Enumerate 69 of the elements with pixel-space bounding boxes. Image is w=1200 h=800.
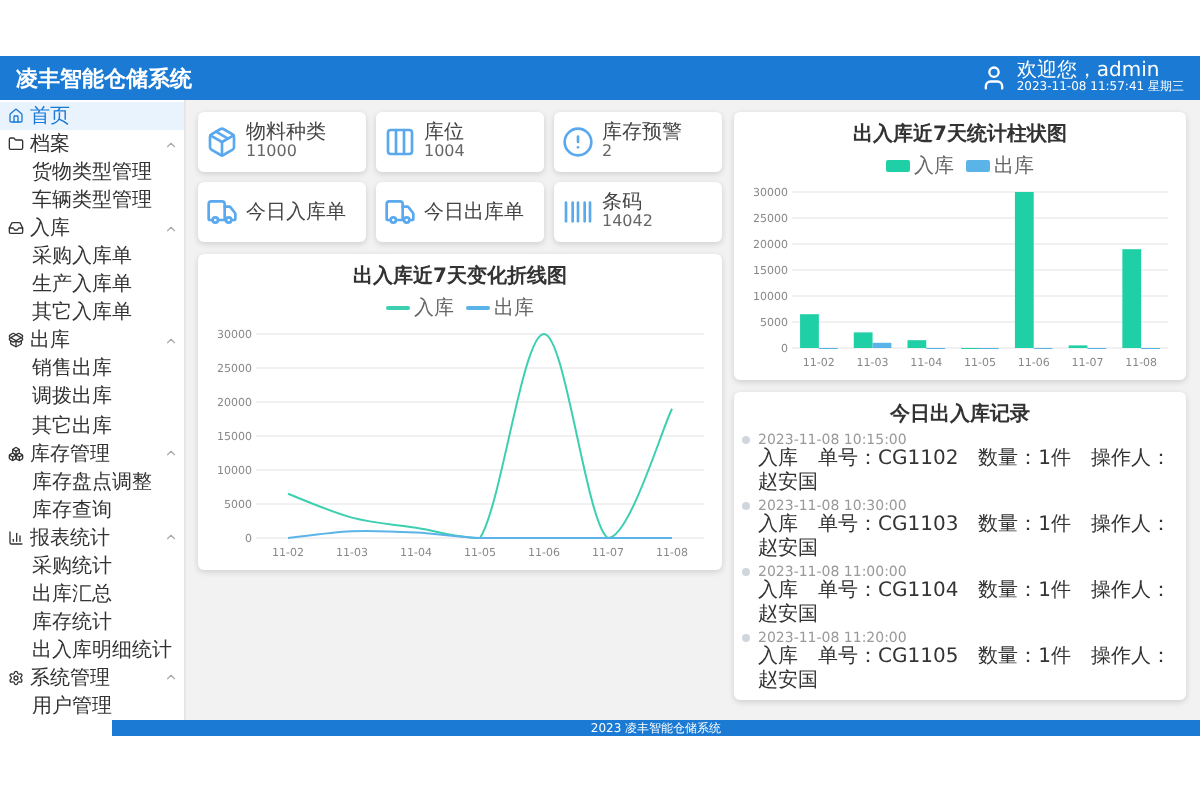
chevron-up-icon bbox=[164, 446, 178, 461]
stat-label: 今日入库单 bbox=[246, 201, 346, 223]
alert-icon bbox=[562, 126, 594, 158]
sidebar-subitem[interactable]: 销售出库 bbox=[0, 354, 184, 383]
sidebar-subitem[interactable]: 库存盘点调整 bbox=[0, 467, 184, 496]
record-text: 入库 单号：CG1105 数量：1件 操作人：赵安国 bbox=[758, 646, 1174, 693]
stat-label: 物料种类 bbox=[246, 122, 326, 145]
sidebar-subitem[interactable]: 库存统计 bbox=[0, 607, 184, 636]
legend-item: 出库 bbox=[466, 294, 534, 322]
chevron-up-icon bbox=[164, 221, 178, 236]
package-icon bbox=[206, 126, 238, 158]
record-text: 入库 单号：CG1102 数量：1件 操作人：赵安国 bbox=[758, 448, 1174, 495]
boxes-icon bbox=[8, 445, 24, 462]
stat-label: 库位 bbox=[424, 122, 465, 145]
sidebar-item[interactable]: 出库 bbox=[0, 326, 184, 355]
chart-title: 出入库近7天统计柱状图 bbox=[853, 120, 1067, 148]
truck-icon bbox=[206, 196, 238, 228]
sidebar-item[interactable]: 系统管理 bbox=[0, 663, 184, 692]
record-text: 入库 单号：CG1104 数量：1件 操作人：赵安国 bbox=[758, 580, 1174, 627]
greeting-text: 欢迎您，admin bbox=[1016, 62, 1160, 82]
truck-icon bbox=[384, 196, 416, 228]
timeline-dot-icon bbox=[742, 634, 750, 643]
stat-value: 14042 bbox=[602, 214, 653, 232]
app-title: 凌丰智能仓储系统 bbox=[16, 63, 192, 93]
inbox-icon bbox=[8, 220, 24, 237]
sidebar-subitem[interactable]: 其它入库单 bbox=[0, 298, 184, 327]
record-text: 入库 单号：CG1103 数量：1件 操作人：赵安国 bbox=[758, 514, 1174, 561]
sidebar-subitem[interactable]: 用户管理 bbox=[0, 691, 184, 721]
legend-item: 入库 bbox=[886, 152, 954, 180]
chevron-up-icon bbox=[164, 530, 178, 545]
stat-label: 库存预警 bbox=[602, 122, 682, 145]
chevron-up-icon bbox=[164, 137, 178, 152]
stat-label: 条码 bbox=[602, 192, 642, 215]
sidebar-item[interactable]: 入库 bbox=[0, 214, 184, 243]
open-box-icon bbox=[8, 332, 24, 349]
bar-chart-icon bbox=[8, 529, 24, 546]
sidebar-subitem[interactable]: 采购统计 bbox=[0, 551, 184, 580]
stat-value: 1004 bbox=[424, 144, 465, 162]
chevron-up-icon bbox=[164, 670, 178, 685]
sidebar-subitem[interactable]: 出入库明细统计 bbox=[0, 635, 184, 664]
sidebar-subitem[interactable]: 调拨出库 bbox=[0, 382, 184, 412]
sidebar-item[interactable]: 首页 bbox=[0, 102, 184, 131]
stat-value: 2 bbox=[602, 144, 615, 162]
folder-icon bbox=[8, 136, 24, 153]
stat-label: 今日出库单 bbox=[424, 201, 524, 223]
records-title: 今日出入库记录 bbox=[890, 400, 1030, 428]
barcode-icon bbox=[562, 196, 594, 228]
sidebar-subitem[interactable]: 采购入库单 bbox=[0, 242, 184, 271]
settings-icon bbox=[8, 669, 24, 686]
chart-title: 出入库近7天变化折线图 bbox=[353, 262, 567, 290]
sidebar-subitem[interactable]: 库存查询 bbox=[0, 495, 184, 524]
legend-item: 入库 bbox=[386, 294, 454, 322]
shelf-icon bbox=[384, 126, 416, 158]
timeline-dot-icon bbox=[742, 436, 750, 444]
sidebar-subitem[interactable]: 生产入库单 bbox=[0, 270, 184, 299]
sidebar-item[interactable]: 库存管理 bbox=[0, 439, 184, 468]
stat-value: 11000 bbox=[246, 144, 299, 162]
sidebar-item[interactable]: 报表统计 bbox=[0, 523, 184, 552]
sidebar-item[interactable]: 档案 bbox=[0, 130, 184, 159]
timeline-dot-icon bbox=[742, 568, 750, 577]
sidebar-subitem[interactable]: 出库汇总 bbox=[0, 579, 184, 608]
sidebar-subitem[interactable]: 货物类型管理 bbox=[0, 158, 184, 187]
timeline-dot-icon bbox=[742, 502, 750, 511]
avatar-icon[interactable] bbox=[980, 64, 1009, 92]
legend-item: 出库 bbox=[966, 152, 1034, 180]
sidebar-subitem[interactable]: 其它出库 bbox=[0, 411, 184, 440]
home-icon bbox=[8, 108, 24, 125]
sidebar-subitem[interactable]: 车辆类型管理 bbox=[0, 186, 184, 215]
chevron-up-icon bbox=[164, 333, 178, 348]
